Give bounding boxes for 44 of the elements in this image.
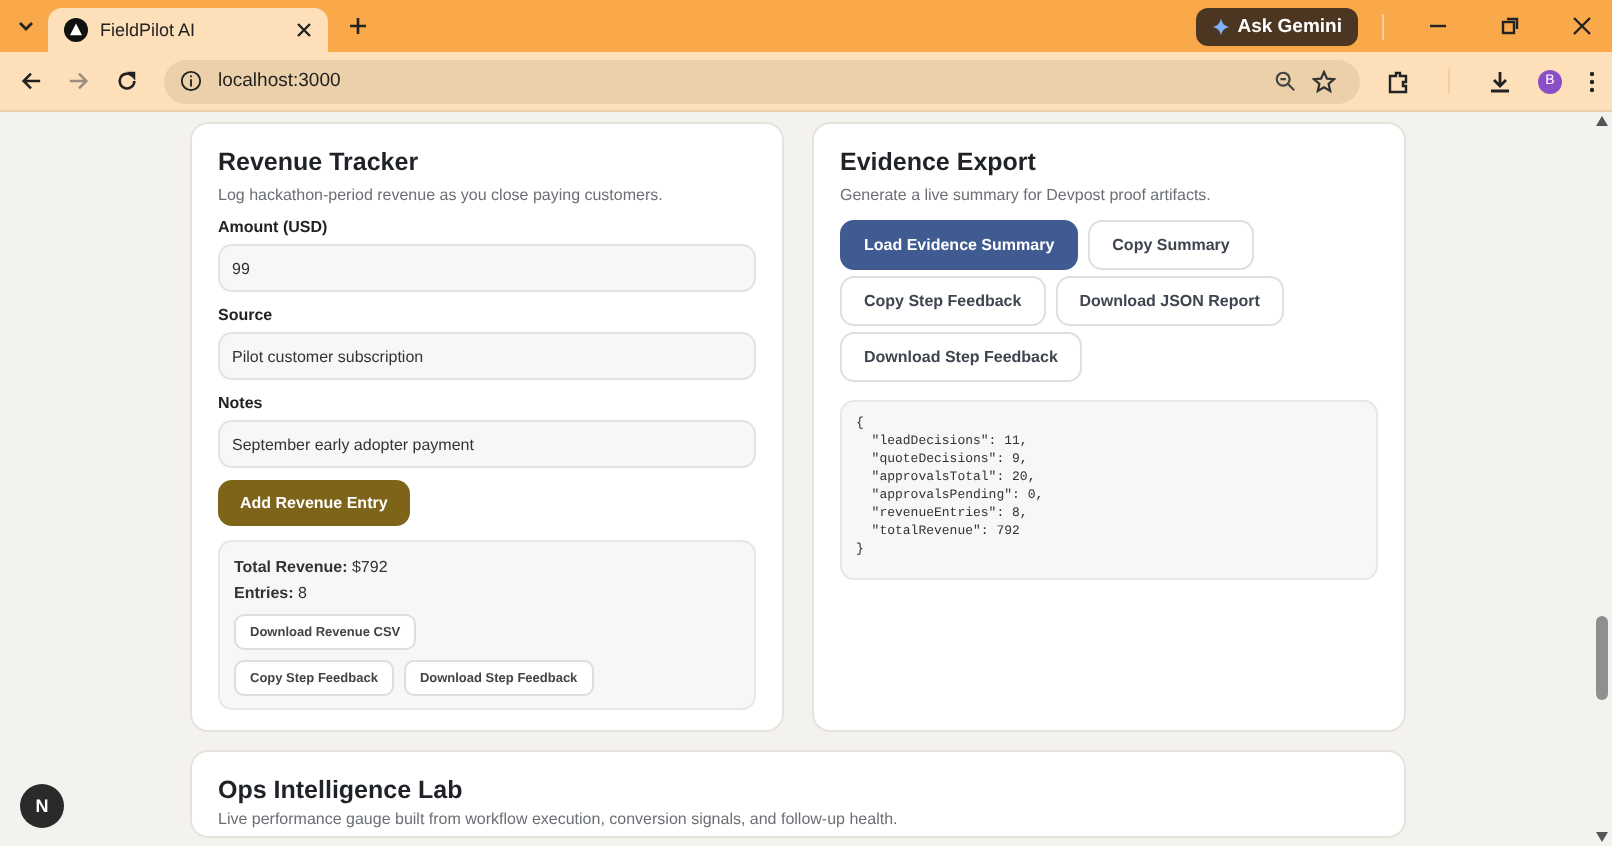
address-bar[interactable]: localhost:3000	[164, 59, 1360, 103]
browser-tab[interactable]: FieldPilot AI	[48, 8, 328, 52]
scroll-down-icon[interactable]	[1596, 832, 1608, 842]
new-tab-icon[interactable]	[348, 16, 368, 36]
app-logo-icon	[64, 18, 88, 42]
field-label: Source	[218, 306, 275, 324]
export-button[interactable]: Copy Summary	[1088, 220, 1254, 270]
sparkle-icon	[1211, 17, 1230, 35]
reload-icon[interactable]	[116, 70, 138, 92]
close-window-icon[interactable]	[1572, 16, 1592, 36]
export-button[interactable]: Download Step Feedback	[840, 332, 1082, 382]
export-button[interactable]: Copy Step Feedback	[840, 276, 1046, 326]
export-button[interactable]: Load Evidence Summary	[840, 220, 1079, 270]
close-icon[interactable]	[296, 22, 312, 38]
ask-gemini-button[interactable]: Ask Gemini	[1195, 7, 1358, 45]
card-subtitle: Generate a live summary for Devpost proof artifacts.	[840, 186, 1213, 204]
dropdown-icon[interactable]	[16, 16, 36, 36]
scroll-up-icon[interactable]	[1596, 116, 1608, 126]
add-revenue-button[interactable]: Add Revenue Entry	[218, 480, 410, 526]
field-label: Amount (USD)	[218, 218, 330, 236]
card-title: Revenue Tracker	[218, 148, 421, 176]
star-icon[interactable]	[1312, 69, 1336, 93]
extensions-icon[interactable]	[1386, 69, 1410, 93]
input-field[interactable]: 99	[218, 244, 756, 292]
info-icon[interactable]	[180, 70, 202, 92]
summary-text: Entries: 8	[234, 582, 309, 604]
card-title: Evidence Export	[840, 148, 1038, 176]
scrollbar-thumb[interactable]	[1596, 616, 1608, 700]
input-field[interactable]: September early adopter payment	[218, 420, 756, 468]
url-text: localhost:3000	[218, 70, 341, 92]
card-subtitle: Log hackathon-period revenue as you close paying customers.	[218, 186, 665, 204]
menu-icon[interactable]	[1588, 69, 1596, 93]
field-label: Notes	[218, 394, 265, 412]
download-icon[interactable]	[1488, 69, 1512, 93]
card-title: Ops Intelligence Lab	[218, 776, 465, 804]
tab-title: FieldPilot AI	[100, 20, 198, 40]
restore-icon[interactable]	[1500, 16, 1520, 36]
back-icon[interactable]	[20, 70, 42, 92]
input-field[interactable]: Pilot customer subscription	[218, 332, 756, 380]
export-button[interactable]: Download JSON Report	[1055, 276, 1284, 326]
zoom-icon[interactable]	[1274, 70, 1296, 92]
card-subtitle: Live performance gauge built from workflow execution, conversion signals, and follow-up health.	[218, 810, 900, 828]
dev-badge[interactable]: N	[20, 784, 64, 828]
summary-text: Total Revenue: $792	[234, 556, 390, 578]
